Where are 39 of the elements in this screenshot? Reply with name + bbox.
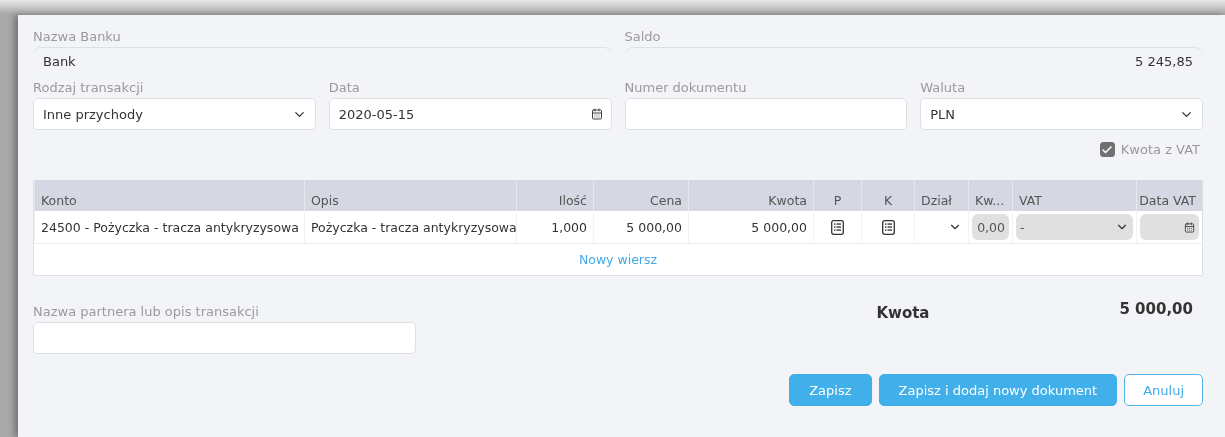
list-icon[interactable] (881, 219, 895, 235)
list-icon[interactable] (831, 219, 844, 235)
column-header: Cena (593, 180, 688, 211)
date-field[interactable]: 2020-05-15 (328, 98, 612, 130)
select-field[interactable]: PLN (920, 98, 1203, 130)
calendar-icon (1184, 221, 1195, 233)
table-cell: 5 000,00 (688, 211, 813, 243)
field-label: Saldo (624, 28, 662, 46)
field-label: Nazwa Banku (33, 28, 122, 46)
input-field[interactable] (624, 98, 908, 130)
amount-field: 0,00 (972, 214, 1009, 240)
checkbox-label: Kwota z VAT (1120, 142, 1200, 157)
column-header: Konto (34, 180, 304, 211)
column-header: K (861, 180, 914, 211)
column-header: VAT (1012, 180, 1136, 211)
field-label: Nazwa partnera lub opis transakcji (33, 303, 260, 321)
table-cell: 1,000 (516, 211, 593, 243)
field-label: Rodzaj transakcji (33, 79, 145, 97)
table-cell: Pożyczka - tracza antykryzysowa (304, 211, 516, 243)
total-value: 5 000,00 (1119, 300, 1194, 320)
balance-value: 5 245,85 (624, 47, 1203, 78)
column-header: Opis (304, 180, 516, 211)
account-select[interactable]: 24500 - Pożyczka - tracza antykryzysowa (34, 211, 304, 243)
column-header: Kwota (688, 180, 813, 211)
column-header: Data VAT (1136, 180, 1202, 211)
bank-value: Bank (33, 47, 612, 78)
table-cell: 5 000,00 (593, 211, 688, 243)
field-label: Data (328, 79, 361, 97)
input-field[interactable] (33, 322, 416, 354)
column-header: Ilość (516, 180, 593, 211)
field-label: Waluta (920, 79, 967, 97)
field-label: Numer dokumentu (624, 79, 748, 97)
column-header: Dział (914, 180, 968, 211)
column-header: Kw... (968, 180, 1012, 211)
select-field[interactable]: Inne przychody (33, 98, 316, 130)
calendar-icon (590, 108, 603, 120)
total-label: Kwota (876, 304, 930, 324)
checkbox[interactable] (1099, 142, 1115, 157)
column-header: P (813, 180, 861, 211)
